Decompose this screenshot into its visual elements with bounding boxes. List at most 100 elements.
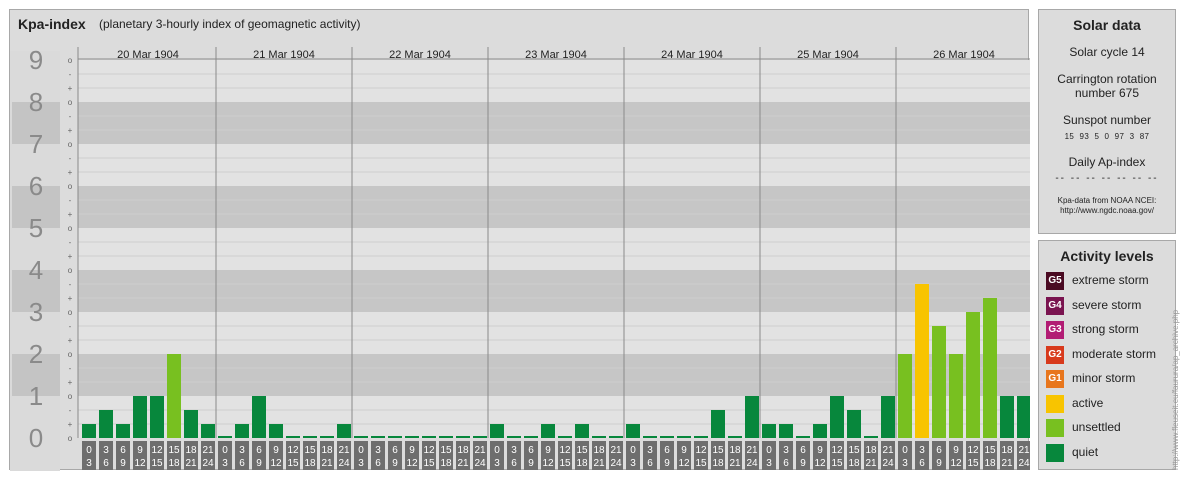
level-swatch [1046, 443, 1064, 462]
interval-end-label: 12 [542, 458, 554, 469]
kp-bar [235, 424, 249, 438]
grid-band [78, 60, 1030, 102]
level-swatch: G4 [1046, 296, 1064, 315]
kp-bar [915, 283, 929, 438]
activity-levels-panel: Activity levels G5 extreme storm G4 severe … [1038, 240, 1176, 470]
interval-start-label: 12 [151, 445, 163, 456]
kp-bar [167, 354, 181, 438]
kpa-chart: 0 12 3 4 5 6 7 8 9 o + - o + - o + - o + - o + - o + - o + - o + - o + - o 2 0… [10, 45, 1030, 471]
y-subtick-label: + [68, 126, 73, 135]
activity-levels-title: Activity levels [1060, 248, 1154, 264]
ap-index-values: -- -- -- -- -- -- -- [1055, 173, 1159, 184]
interval-start-label: 15 [984, 445, 996, 456]
y-subtick-label: - [69, 238, 72, 247]
chart-title: Kpa-index [18, 16, 86, 32]
interval-end-label: 18 [576, 458, 588, 469]
interval-start-label: 15 [576, 445, 588, 456]
interval-start-label: 18 [457, 445, 469, 456]
y-tick-label: 8 [29, 87, 43, 117]
interval-end-label: 24 [474, 458, 486, 469]
kp-bar [405, 436, 419, 438]
y-subtick-label: - [69, 154, 72, 163]
interval-start-label: 15 [168, 445, 180, 456]
kp-bar [728, 436, 742, 438]
kp-bar [252, 396, 266, 438]
kp-bar [371, 436, 385, 438]
kp-bar [932, 325, 946, 438]
kp-bar [558, 436, 572, 438]
kp-bar [694, 436, 708, 438]
solar-data-panel: Solar data Solar cycle 14 Carrington rot… [1038, 9, 1176, 234]
interval-end-label: 24 [610, 458, 622, 469]
interval-end-label: 24 [1018, 458, 1030, 469]
y-subtick-label: o [68, 350, 73, 359]
interval-start-label: 6 [256, 445, 262, 456]
interval-end-label: 24 [338, 458, 350, 469]
kp-bar [82, 424, 96, 438]
kp-bar [575, 424, 589, 438]
interval-start-label: 21 [882, 445, 894, 456]
level-label: strong storm [1072, 322, 1139, 336]
interval-end-label: 6 [647, 458, 653, 469]
interval-start-label: 6 [800, 445, 806, 456]
kp-bar [388, 436, 402, 438]
level-moderate-storm: G2 moderate storm [1039, 344, 1175, 369]
interval-start-label: 12 [287, 445, 299, 456]
y-tick-label: 6 [29, 171, 43, 201]
kp-bar [864, 436, 878, 438]
kp-bar [847, 409, 861, 438]
interval-start-label: 6 [936, 445, 942, 456]
grid-band [78, 228, 1030, 270]
interval-end-label: 15 [967, 458, 979, 469]
kp-bar [660, 436, 674, 438]
side-credit: http://www.fleuseit.eu/faurura/ap_archiv… [1171, 309, 1180, 470]
y-subtick-label: + [68, 210, 73, 219]
interval-start-label: 6 [664, 445, 670, 456]
source-link[interactable]: http://www.ngdc.noaa.gov/ [1039, 206, 1175, 216]
kp-bar [745, 396, 759, 438]
y-subtick-label: - [69, 196, 72, 205]
interval-start-label: 3 [511, 445, 517, 456]
interval-start-label: 12 [559, 445, 571, 456]
level-active: active [1039, 393, 1175, 418]
interval-end-label: 12 [814, 458, 826, 469]
interval-start-label: 0 [86, 445, 92, 456]
level-swatch [1046, 419, 1064, 437]
level-quiet: quiet [1039, 442, 1175, 467]
kp-bar [762, 424, 776, 438]
interval-start-label: 0 [494, 445, 500, 456]
level-unsettled: unsettled [1039, 417, 1175, 442]
interval-end-label: 15 [287, 458, 299, 469]
interval-end-label: 15 [423, 458, 435, 469]
kp-bar [286, 436, 300, 438]
y-subtick-label: + [68, 252, 73, 261]
interval-start-label: 21 [610, 445, 622, 456]
kp-bar [99, 409, 113, 438]
y-subtick-label: - [69, 406, 72, 415]
interval-end-label: 15 [831, 458, 843, 469]
level-strong-storm: G3 strong storm [1039, 319, 1175, 344]
interval-end-label: 6 [375, 458, 381, 469]
interval-start-label: 9 [137, 445, 143, 456]
interval-start-label: 15 [712, 445, 724, 456]
grid-band [78, 144, 1030, 186]
y-tick-label: 3 [29, 297, 43, 327]
interval-end-label: 18 [712, 458, 724, 469]
kp-bar [1017, 396, 1030, 438]
interval-end-label: 21 [185, 458, 197, 469]
interval-end-label: 12 [678, 458, 690, 469]
interval-start-label: 0 [630, 445, 636, 456]
interval-start-label: 18 [865, 445, 877, 456]
sunspot-label: Sunspot number [1062, 113, 1152, 127]
kp-bar [201, 424, 215, 438]
level-swatch: G3 [1046, 321, 1064, 339]
kp-bar [337, 424, 351, 438]
interval-start-label: 21 [1018, 445, 1030, 456]
interval-end-label: 12 [134, 458, 146, 469]
sunspot-values: 15 93 5 0 97 3 87 [1064, 132, 1150, 141]
interval-end-label: 9 [120, 458, 126, 469]
grid-band [78, 354, 1030, 396]
interval-end-label: 9 [256, 458, 262, 469]
interval-start-label: 6 [392, 445, 398, 456]
interval-start-label: 0 [766, 445, 772, 456]
